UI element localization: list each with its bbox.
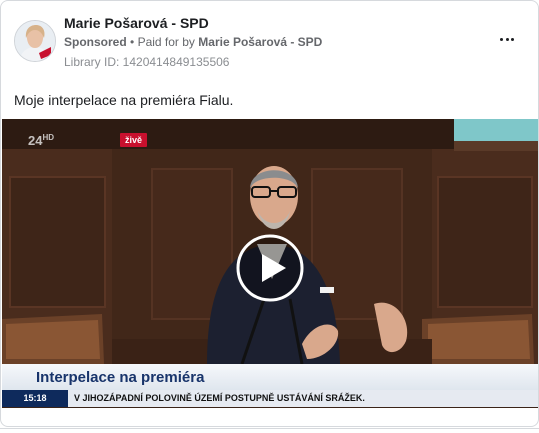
meta-separator: • — [130, 35, 135, 49]
ad-card: Marie Pošarová - SPD Sponsored • Paid fo… — [0, 0, 539, 427]
paid-for-prefix: Paid for by — [137, 35, 195, 49]
channel-logo-suffix: HD — [42, 133, 55, 142]
advertiser-name[interactable]: Marie Pošarová - SPD — [64, 15, 209, 31]
post-body-text: Moje interpelace na premiéra Fialu. — [14, 92, 234, 108]
lower-third-title: Interpelace na premiéra — [36, 369, 205, 386]
lower-third: Interpelace na premiéra — [2, 364, 538, 390]
ticker-time: 15:18 — [2, 390, 68, 407]
play-button[interactable] — [236, 234, 304, 302]
more-options-icon[interactable] — [496, 31, 518, 47]
advertiser-avatar[interactable] — [14, 20, 56, 62]
library-id: Library ID: 1420414849135506 — [64, 55, 230, 69]
avatar-image — [15, 21, 55, 61]
ticker-text: V JIHOZÁPADNÍ POLOVINĚ ÚZEMÍ POSTUPNĚ US… — [74, 393, 365, 403]
video-player[interactable]: 24HD živě Interpelace na premiéra 15:18 … — [2, 119, 538, 408]
sponsored-label: Sponsored — [64, 35, 127, 49]
dot — [505, 38, 509, 41]
news-ticker: 15:18 V JIHOZÁPADNÍ POLOVINĚ ÚZEMÍ POSTU… — [2, 390, 538, 407]
dot — [511, 38, 514, 41]
channel-logo: 24HD — [28, 133, 54, 148]
paid-for-by-name[interactable]: Marie Pošarová - SPD — [198, 35, 322, 49]
ad-meta-line: Sponsored • Paid for by Marie Pošarová -… — [64, 35, 322, 49]
channel-logo-number: 24 — [28, 133, 43, 148]
next-card-edge — [0, 428, 539, 433]
live-badge: živě — [120, 133, 148, 147]
play-icon — [236, 234, 304, 302]
dot — [500, 38, 503, 41]
